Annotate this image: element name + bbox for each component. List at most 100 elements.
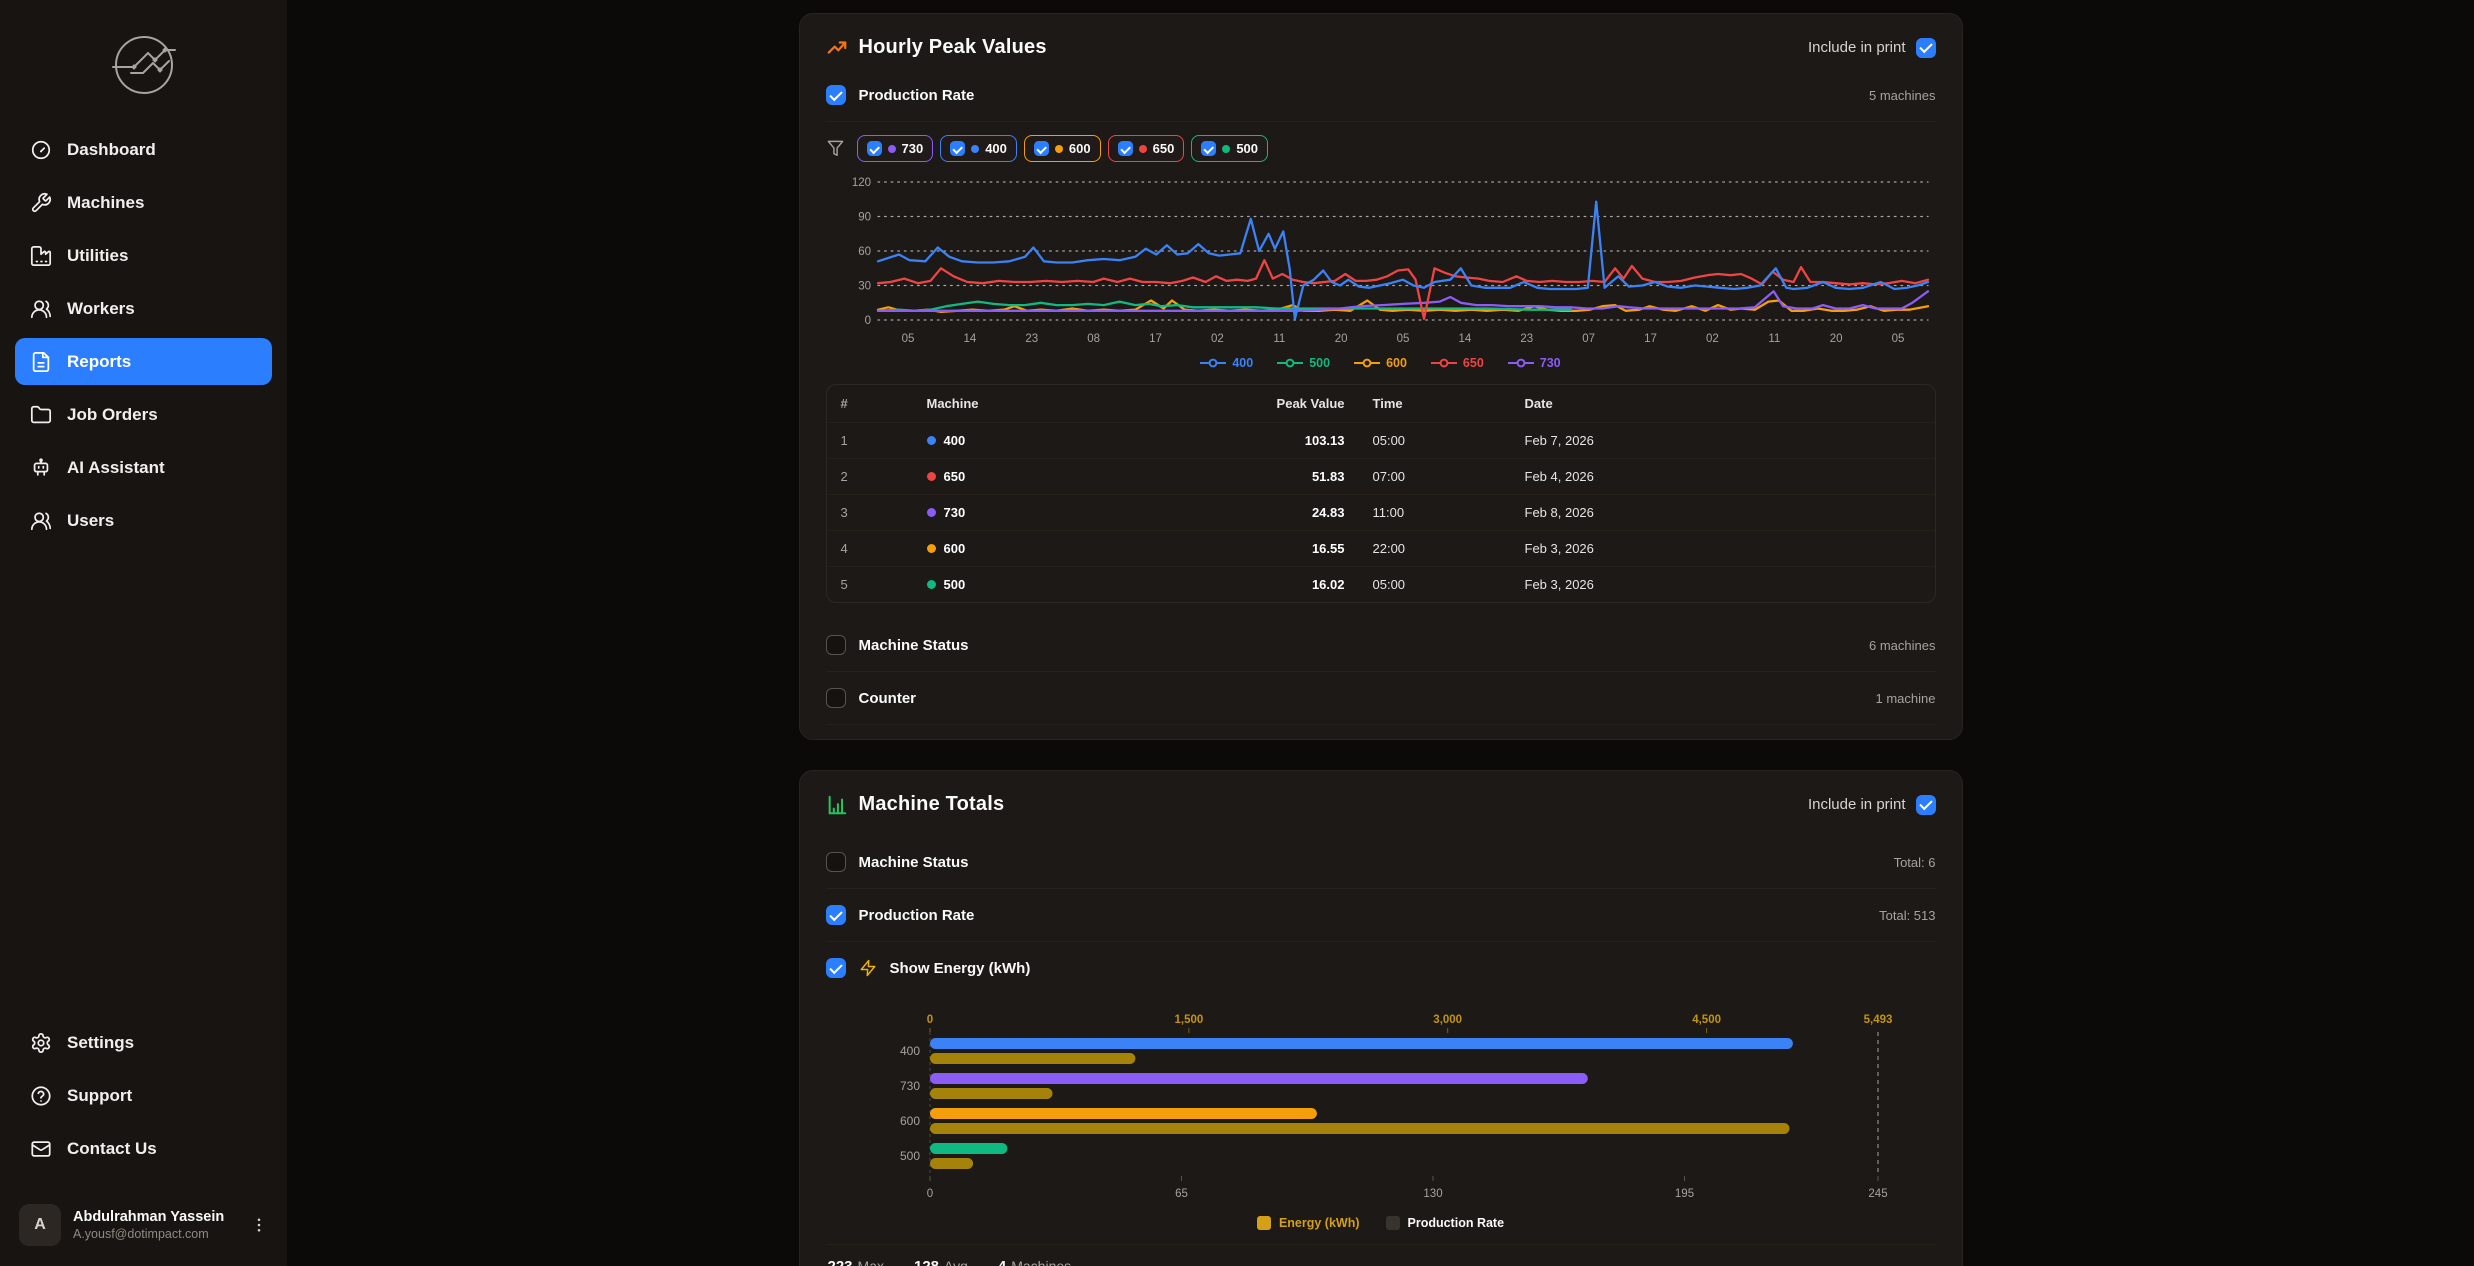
legend-item-energy-kwh-[interactable]: Energy (kWh)	[1257, 1216, 1360, 1230]
svg-text:65: 65	[1175, 1188, 1188, 1200]
bar-chart-legend: Energy (kWh) Production Rate	[826, 1216, 1936, 1230]
legend-item-500[interactable]: 500	[1277, 356, 1330, 370]
mail-icon	[30, 1138, 52, 1160]
machine-chip-730[interactable]: 730	[857, 135, 934, 162]
sidebar-item-label: Dashboard	[67, 140, 156, 160]
machine-status-checkbox[interactable]	[826, 852, 846, 872]
energy-bar-600	[930, 1123, 1790, 1134]
sidebar-item-machines[interactable]: Machines	[15, 179, 272, 226]
svg-text:11: 11	[1768, 333, 1780, 345]
zap-icon	[859, 959, 877, 977]
machine-chip-500[interactable]: 500	[1191, 135, 1268, 162]
user-profile[interactable]: A Abdulrahman Yassein A.yousf@dotimpact.…	[15, 1198, 272, 1252]
sidebar-item-workers[interactable]: Workers	[15, 285, 272, 332]
card-title: Hourly Peak Values	[859, 36, 1047, 59]
legend-item-600[interactable]: 600	[1354, 356, 1407, 370]
legend-item-730[interactable]: 730	[1508, 356, 1561, 370]
cell-date: Feb 8, 2026	[1515, 495, 1935, 531]
chip-checkbox[interactable]	[1034, 141, 1049, 156]
sidebar-item-label: Users	[67, 511, 114, 531]
cell-time: 11:00	[1355, 495, 1515, 531]
machine-status-row: Machine Status 6 machines	[826, 619, 1936, 672]
user-name: Abdulrahman Yassein	[73, 1209, 224, 1225]
sidebar-item-contact-us[interactable]: Contact Us	[15, 1125, 272, 1172]
show-energy-label: Show Energy (kWh)	[890, 960, 1031, 977]
folder-icon	[30, 404, 52, 426]
legend-swatch	[1257, 1216, 1271, 1230]
legend-item-400[interactable]: 400	[1200, 356, 1253, 370]
cell-time: 07:00	[1355, 459, 1515, 495]
production-rate-checkbox[interactable]	[826, 85, 846, 105]
include-in-print-checkbox[interactable]	[1916, 795, 1936, 815]
production-bar-400	[930, 1038, 1793, 1049]
machine-chip-600[interactable]: 600	[1024, 135, 1101, 162]
legend-marker-icon	[1354, 358, 1380, 368]
svg-text:245: 245	[1868, 1188, 1887, 1200]
col-header-time: Time	[1355, 385, 1515, 423]
svg-text:17: 17	[1644, 333, 1657, 345]
include-in-print[interactable]: Include in print	[1808, 38, 1936, 58]
sidebar-item-reports[interactable]: Reports	[15, 338, 272, 385]
svg-text:05: 05	[1891, 333, 1904, 345]
sidebar-item-ai-assistant[interactable]: AI Assistant	[15, 444, 272, 491]
cell-time: 05:00	[1355, 423, 1515, 459]
sidebar-item-users[interactable]: Users	[15, 497, 272, 544]
sidebar-item-dashboard[interactable]: Dashboard	[15, 126, 272, 173]
sidebar-item-job-orders[interactable]: Job Orders	[15, 391, 272, 438]
svg-text:07: 07	[1582, 333, 1595, 345]
include-in-print-label: Include in print	[1808, 796, 1906, 813]
cell-date: Feb 4, 2026	[1515, 459, 1935, 495]
cell-date: Feb 7, 2026	[1515, 423, 1935, 459]
cell-machine: 600	[917, 531, 1235, 567]
cell-num: 3	[827, 495, 917, 531]
legend-label: 730	[1540, 356, 1561, 370]
machine-color-dot	[927, 580, 936, 589]
app-logo[interactable]	[0, 18, 287, 126]
legend-item-650[interactable]: 650	[1431, 356, 1484, 370]
totals-bar-chart: 01,5003,0004,5005,4934007306005000651301…	[826, 1010, 1936, 1206]
machine-filter-chips: 730400 600 650500	[857, 135, 1269, 162]
cell-peak-value: 51.83	[1235, 459, 1355, 495]
svg-text:05: 05	[1396, 333, 1409, 345]
counter-meta: 1 machine	[1876, 691, 1936, 706]
machine-status-checkbox[interactable]	[826, 635, 846, 655]
machine-chip-400[interactable]: 400	[940, 135, 1017, 162]
chip-checkbox[interactable]	[1201, 141, 1216, 156]
sidebar-item-utilities[interactable]: Utilities	[15, 232, 272, 279]
cell-machine: 650	[917, 459, 1235, 495]
users-icon	[30, 510, 52, 532]
bar-chart-icon	[826, 794, 848, 816]
card-title: Machine Totals	[859, 793, 1005, 816]
machine-color-dot	[1139, 145, 1147, 153]
users-icon	[30, 298, 52, 320]
machine-color-dot	[888, 145, 896, 153]
svg-text:30: 30	[858, 281, 871, 293]
stat-value: 128	[914, 1258, 939, 1266]
chip-checkbox[interactable]	[950, 141, 965, 156]
gauge-icon	[30, 139, 52, 161]
chip-checkbox[interactable]	[1118, 141, 1133, 156]
legend-item-production-rate[interactable]: Production Rate	[1386, 1216, 1505, 1230]
svg-text:195: 195	[1674, 1188, 1693, 1200]
include-in-print-checkbox[interactable]	[1916, 38, 1936, 58]
counter-checkbox[interactable]	[826, 688, 846, 708]
svg-text:60: 60	[858, 246, 871, 258]
include-in-print-label: Include in print	[1808, 39, 1906, 56]
sidebar-item-support[interactable]: Support	[15, 1072, 272, 1119]
stat-value: 223	[828, 1258, 853, 1266]
machine-chip-650[interactable]: 650	[1108, 135, 1185, 162]
sidebar-item-settings[interactable]: Settings	[15, 1019, 272, 1066]
counter-row: Counter 1 machine	[826, 672, 1936, 725]
chip-checkbox[interactable]	[867, 141, 882, 156]
production-rate-checkbox[interactable]	[826, 905, 846, 925]
avatar: A	[19, 1204, 61, 1246]
sidebar-nav: Dashboard Machines Utilities Workers Reports…	[0, 126, 287, 544]
include-in-print[interactable]: Include in print	[1808, 795, 1936, 815]
cell-num: 1	[827, 423, 917, 459]
svg-text:500: 500	[899, 1149, 919, 1163]
cell-machine: 500	[917, 567, 1235, 603]
svg-text:23: 23	[1520, 333, 1533, 345]
production-bar-730	[930, 1073, 1588, 1084]
show-energy-checkbox[interactable]	[826, 958, 846, 978]
kebab-menu-icon[interactable]	[250, 1216, 268, 1234]
